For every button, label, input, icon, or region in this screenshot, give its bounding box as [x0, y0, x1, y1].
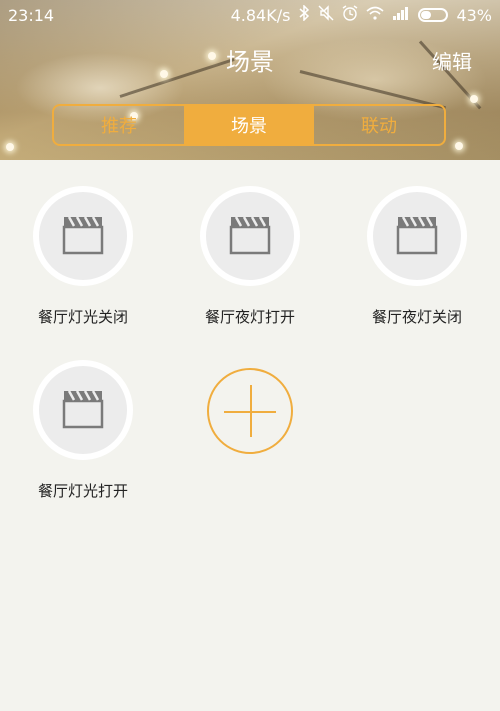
ceiling-lamp [470, 95, 478, 103]
bluetooth-icon [298, 4, 310, 25]
wifi-icon [366, 6, 384, 24]
clapperboard-icon [61, 213, 105, 259]
mute-icon [318, 5, 334, 25]
scene-icon-circle [367, 186, 467, 286]
scene-icon-circle [33, 360, 133, 460]
status-icons: 4.84K/s 43% [230, 4, 492, 25]
tab-linkage[interactable]: 联动 [314, 106, 444, 144]
scene-label: 餐厅灯光打开 [37, 482, 128, 500]
scene-grid: 餐厅灯光关闭 餐厅夜灯打开 餐厅夜灯关闭 餐厅灯光打开 [0, 160, 500, 711]
scene-label: 餐厅灯光关闭 [37, 308, 128, 326]
clapperboard-icon [395, 213, 439, 259]
signal-icon [392, 6, 410, 24]
status-bar: 23:14 4.84K/s 43% [0, 0, 500, 30]
add-scene-button[interactable] [207, 368, 293, 454]
header-banner: 23:14 4.84K/s 43% 场景 编辑 推荐 场景 联动 [0, 0, 500, 160]
tab-recommended[interactable]: 推荐 [54, 106, 184, 144]
tab-scenes[interactable]: 场景 [184, 106, 314, 144]
ceiling-lamp [6, 143, 14, 151]
battery-icon [418, 8, 449, 22]
tab-bar: 推荐 场景 联动 [52, 104, 446, 146]
clapperboard-icon [228, 213, 272, 259]
battery-percent: 43% [456, 5, 492, 25]
scene-item[interactable]: 餐厅夜灯打开 [180, 186, 320, 327]
network-speed: 4.84K/s [230, 5, 291, 25]
page-title: 场景 [226, 48, 274, 76]
scene-item[interactable]: 餐厅灯光关闭 [13, 186, 153, 327]
ceiling-lamp [455, 142, 463, 150]
alarm-icon [342, 5, 358, 25]
scene-item[interactable]: 餐厅灯光打开 [13, 360, 153, 501]
scene-item[interactable]: 餐厅夜灯关闭 [347, 186, 487, 327]
scene-icon-circle [200, 186, 300, 286]
clapperboard-icon [61, 387, 105, 433]
scene-icon-circle [33, 186, 133, 286]
scene-label: 餐厅夜灯打开 [204, 308, 295, 326]
edit-button[interactable]: 编辑 [432, 46, 472, 75]
status-time: 23:14 [8, 5, 55, 25]
scene-label: 餐厅夜灯关闭 [371, 308, 462, 326]
